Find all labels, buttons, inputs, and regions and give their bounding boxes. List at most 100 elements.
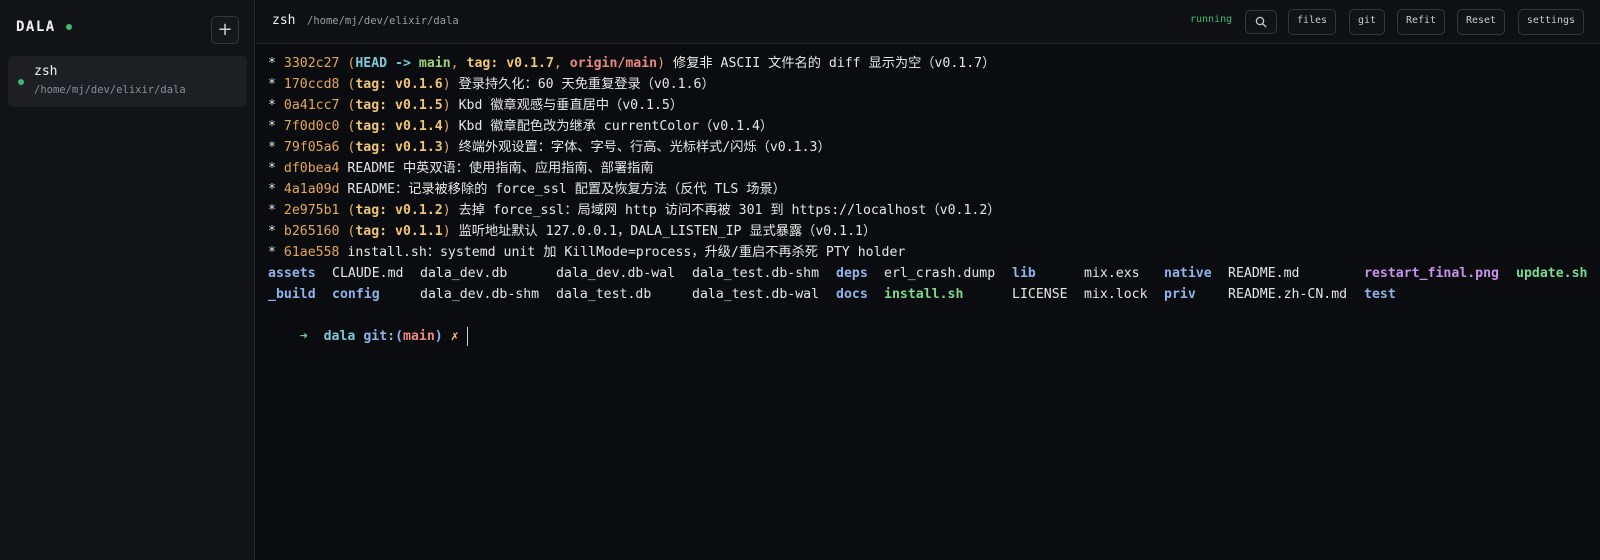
commit-ref: ( [339, 56, 356, 71]
git-button[interactable]: git [1349, 9, 1385, 35]
log-line: * 3302c27 (HEAD -> main, tag: v0.1.7, or… [268, 53, 1600, 74]
ls-entry: mix.lock [1084, 287, 1148, 302]
commit-hash: 79f05a6 [283, 140, 340, 155]
commit-ref: origin/main [569, 56, 658, 71]
commit-ref: ( [339, 98, 356, 113]
prompt-git-prefix: git:( [363, 329, 404, 344]
log-line: * 7f0d0c0 (tag: v0.1.4) Kbd 徽章配色改为继承 cur… [268, 116, 1600, 137]
commit-ref: , [553, 56, 570, 71]
commit-hash: 7f0d0c0 [283, 119, 340, 134]
commit-ref: main [418, 56, 451, 71]
ls-entry: deps [836, 266, 868, 281]
ls-output: assets CLAUDE.md dala_dev.db dala_dev.db-wa… [268, 263, 1600, 305]
ls-entry: mix.exs [1084, 266, 1140, 281]
commit-hash: 170ccd8 [283, 77, 340, 92]
brand: DALA [16, 19, 72, 35]
log-graph-marker: * [268, 203, 284, 218]
ls-entry: dala_dev.db-wal [556, 266, 676, 281]
ls-entry: dala_test.db [556, 287, 652, 302]
session-name: zsh [34, 64, 58, 79]
commit-message: 修复非 ASCII 文件名的 diff 显示为空（v0.1.7） [665, 56, 996, 71]
commit-ref: tag: v0.1.6 [355, 77, 443, 92]
log-line: * 61ae558 install.sh：systemd unit 加 Kill… [268, 242, 1600, 263]
commit-ref: ) [657, 56, 666, 71]
commit-ref: , [450, 56, 467, 71]
commit-ref: ( [339, 203, 356, 218]
commit-message: 登录持久化：60 天免重复登录（v0.1.6） [450, 77, 715, 92]
commit-ref: ( [339, 77, 356, 92]
commit-ref: ) [442, 203, 451, 218]
terminal-title: zsh [272, 13, 296, 28]
commit-ref: tag: v0.1.5 [355, 98, 443, 113]
log-line: * 2e975b1 (tag: v0.1.2) 去掉 force_ssl：局域网… [268, 200, 1600, 221]
commit-message: 监听地址默认 127.0.0.1，DALA_LISTEN_IP 显式暴露（v0.… [450, 224, 877, 239]
settings-button[interactable]: settings [1518, 9, 1584, 35]
ls-entry: priv [1164, 287, 1196, 302]
ls-entry: _build [268, 287, 316, 302]
ls-entry: test [1364, 287, 1396, 302]
log-graph-marker: * [268, 56, 284, 71]
session-item-zsh[interactable]: zsh /home/mj/dev/elixir/dala [8, 56, 247, 107]
log-line: * b265160 (tag: v0.1.1) 监听地址默认 127.0.0.1… [268, 221, 1600, 242]
git-log: * 3302c27 (HEAD -> main, tag: v0.1.7, or… [268, 53, 1600, 263]
commit-hash: 3302c27 [283, 56, 340, 71]
ls-entry: install.sh [884, 287, 964, 302]
prompt-arrow-icon: ➜ [299, 329, 308, 344]
commit-message: 终端外观设置：字体、字号、行高、光标样式/闪烁（v0.1.3） [450, 140, 831, 155]
ls-entry: LICENSE [1012, 287, 1068, 302]
commit-ref: ( [339, 119, 356, 134]
commit-message: README：记录被移除的 force_ssl 配置及恢复方法（反代 TLS 场… [339, 182, 786, 197]
commit-ref: tag: v0.1.2 [355, 203, 443, 218]
commit-hash: 0a41cc7 [283, 98, 340, 113]
log-graph-marker: * [268, 161, 284, 176]
log-graph-marker: * [268, 182, 284, 197]
commit-message: README 中英双语：使用指南、应用指南、部署指南 [339, 161, 654, 176]
session-active-dot-icon [18, 79, 24, 85]
app-title: DALA [16, 19, 56, 35]
commit-hash: 61ae558 [283, 245, 340, 260]
commit-message: Kbd 徽章配色改为继承 currentColor（v0.1.4） [450, 119, 774, 134]
refit-button[interactable]: Refit [1397, 9, 1445, 35]
log-line: * 4a1a09d README：记录被移除的 force_ssl 配置及恢复方… [268, 179, 1600, 200]
commit-ref: HEAD -> [355, 56, 419, 71]
ls-entry: native [1164, 266, 1212, 281]
log-graph-marker: * [268, 140, 284, 155]
log-graph-marker: * [268, 98, 284, 113]
reset-button[interactable]: Reset [1457, 9, 1505, 35]
ls-entry: lib [1012, 266, 1036, 281]
prompt-branch: main [403, 329, 435, 344]
log-graph-marker: * [268, 245, 284, 260]
commit-ref: ) [442, 98, 451, 113]
prompt-git-suffix: ) [434, 329, 443, 344]
add-session-button[interactable]: + [211, 16, 239, 44]
session-path: /home/mj/dev/elixir/dala [34, 84, 186, 96]
ls-entry: erl_crash.dump [884, 266, 996, 281]
commit-ref: ) [442, 140, 451, 155]
log-graph-marker: * [268, 119, 284, 134]
ls-entry: dala_test.db-wal [692, 287, 820, 302]
ls-entry: README.zh-CN.md [1228, 287, 1348, 302]
status-badge: running [1190, 14, 1233, 25]
ls-entry: config [332, 287, 380, 302]
ls-row: _build config dala_dev.db-shm dala_test.db d… [268, 284, 1600, 305]
sidebar: DALA + zsh /home/mj/dev/elixir/dala [0, 0, 255, 560]
ls-entry: dala_test.db-shm [692, 266, 820, 281]
search-icon [1255, 16, 1267, 28]
commit-ref: ( [339, 140, 356, 155]
log-line: * 170ccd8 (tag: v0.1.6) 登录持久化：60 天免重复登录（… [268, 74, 1600, 95]
log-line: * 79f05a6 (tag: v0.1.3) 终端外观设置：字体、字号、行高、… [268, 137, 1600, 158]
ls-row: assets CLAUDE.md dala_dev.db dala_dev.db-wa… [268, 263, 1600, 284]
terminal-output[interactable]: * 3302c27 (HEAD -> main, tag: v0.1.7, or… [256, 44, 1600, 560]
search-button[interactable] [1245, 10, 1277, 34]
ls-entry: dala_dev.db [420, 266, 508, 281]
commit-ref: tag: v0.1.7 [466, 56, 554, 71]
log-graph-marker: * [268, 77, 284, 92]
commit-ref: ) [442, 224, 451, 239]
ls-entry: update.sh [1516, 266, 1588, 281]
ls-entry: CLAUDE.md [332, 266, 404, 281]
prompt-dirty-icon: ✗ [450, 329, 459, 344]
terminal-path: /home/mj/dev/elixir/dala [307, 15, 459, 27]
commit-ref: ( [339, 224, 356, 239]
commit-ref: tag: v0.1.4 [355, 119, 443, 134]
files-button[interactable]: files [1288, 9, 1336, 35]
